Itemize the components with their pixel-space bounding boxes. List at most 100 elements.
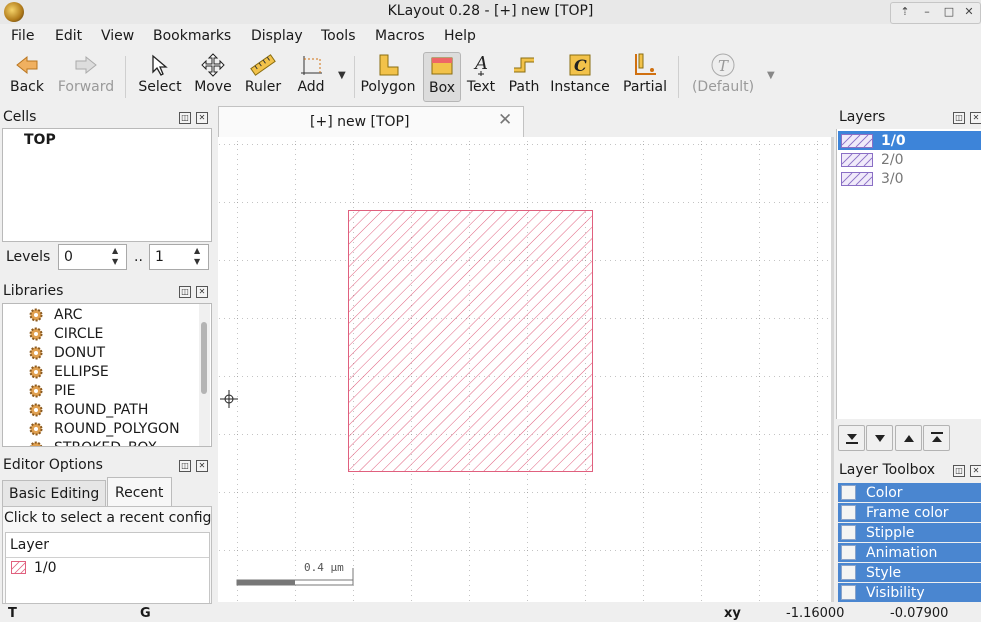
arrow-down-icon (874, 435, 885, 442)
move-layer-up-button[interactable] (895, 425, 922, 451)
menu-edit[interactable]: Edit (55, 28, 82, 44)
partial-tool[interactable]: Partial (620, 52, 670, 100)
column-header-layer: Layer (10, 537, 50, 553)
template-dropdown-icon[interactable]: ▼ (767, 70, 775, 81)
coord-x: -1.16000 (786, 606, 845, 621)
toolbox-section[interactable]: Color (838, 483, 981, 502)
float-panel-icon[interactable]: ◫ (179, 112, 191, 124)
recent-hint-text: Click to select a recent configuration (4, 510, 211, 526)
library-item[interactable]: CIRCLE (29, 324, 103, 343)
layer-item[interactable]: 3/0 (838, 169, 981, 188)
menu-bookmarks[interactable]: Bookmarks (153, 28, 231, 44)
level-to-spinbox[interactable]: 1 ▲ ▼ (149, 244, 209, 270)
recent-row[interactable]: 1/0 (6, 559, 209, 579)
library-item[interactable]: ROUND_POLYGON (29, 419, 180, 438)
spin-arrows-icon[interactable]: ▲ ▼ (112, 245, 118, 267)
scrollbar-thumb[interactable] (201, 322, 207, 394)
close-tab-icon[interactable]: ✕ (498, 110, 512, 130)
coord-label: xy (724, 606, 741, 621)
toolbox-section[interactable]: Animation (838, 543, 981, 562)
move-layer-top-button[interactable] (923, 425, 950, 451)
menu-display[interactable]: Display (251, 28, 303, 44)
minimize-icon[interactable]: – (920, 5, 934, 18)
libraries-panel-title: Libraries (3, 283, 64, 299)
gear-icon (29, 365, 43, 378)
menu-macros[interactable]: Macros (375, 28, 425, 44)
expand-checkbox[interactable] (841, 485, 856, 500)
toolbox-section[interactable]: Stipple (838, 523, 981, 542)
expand-checkbox[interactable] (841, 585, 856, 600)
toolbox-section-label: Color (866, 484, 903, 501)
float-panel-icon[interactable]: ◫ (953, 112, 965, 124)
close-panel-icon[interactable]: ✕ (970, 112, 981, 124)
level-from-spinbox[interactable]: 0 ▲ ▼ (58, 244, 127, 270)
document-tab[interactable]: [+] new [TOP] ✕ (218, 106, 524, 138)
close-panel-icon[interactable]: ✕ (196, 460, 208, 472)
expand-checkbox[interactable] (841, 525, 856, 540)
cell-item-top[interactable]: TOP (24, 132, 56, 148)
polygon-tool[interactable]: Polygon (359, 52, 417, 100)
library-item[interactable]: PIE (29, 381, 75, 400)
layout-view[interactable] (218, 137, 831, 602)
library-item[interactable]: DONUT (29, 343, 105, 362)
status-g: G (140, 606, 151, 621)
maximize-icon[interactable]: □ (942, 5, 956, 18)
path-tool[interactable]: Path (505, 52, 543, 100)
library-item[interactable]: ROUND_PATH (29, 400, 148, 419)
default-template-selector[interactable]: T (Default) (690, 52, 756, 100)
layer-item[interactable]: 1/0 (838, 131, 981, 150)
toolbox-section[interactable]: Style (838, 563, 981, 582)
text-icon: A (473, 53, 488, 76)
float-panel-icon[interactable]: ◫ (953, 465, 965, 477)
menu-file[interactable]: File (11, 28, 34, 44)
add-tool[interactable]: Add (291, 52, 331, 100)
toolbox-section[interactable]: Frame color (838, 503, 981, 522)
menu-tools[interactable]: Tools (321, 28, 356, 44)
toolbox-section-label: Frame color (866, 504, 949, 521)
menu-help[interactable]: Help (444, 28, 476, 44)
layout-canvas[interactable]: 0.4 µm (218, 137, 831, 602)
spin-arrows-icon[interactable]: ▲ ▼ (194, 245, 200, 267)
menu-view[interactable]: View (101, 28, 134, 44)
box-tool[interactable]: Box (423, 52, 461, 102)
move-layer-bottom-button[interactable] (838, 425, 865, 451)
cells-panel-title: Cells (3, 109, 37, 125)
tab-recent[interactable]: Recent (107, 477, 172, 508)
library-item[interactable]: ELLIPSE (29, 362, 109, 381)
restore-up-icon[interactable]: ⇡ (898, 5, 912, 18)
text-tool[interactable]: A Text (464, 52, 498, 100)
library-item[interactable]: STROKED_BOX (29, 438, 157, 446)
float-panel-icon[interactable]: ◫ (179, 286, 191, 298)
window-title: KLayout 0.28 - [+] new [TOP] (387, 3, 594, 19)
library-scrollbar[interactable] (199, 304, 210, 446)
library-item-label: ROUND_PATH (54, 401, 149, 418)
instance-tool[interactable]: C Instance (548, 52, 612, 100)
layer-stipple-icon (11, 561, 26, 574)
expand-checkbox[interactable] (841, 545, 856, 560)
toolbox-section[interactable]: Visibility (838, 583, 981, 602)
add-dropdown-icon[interactable]: ▼ (338, 70, 346, 81)
ruler-tool[interactable]: Ruler (240, 52, 286, 100)
library-item[interactable]: ARC (29, 305, 82, 324)
layout-box-shape (348, 210, 593, 472)
close-panel-icon[interactable]: ✕ (196, 286, 208, 298)
back-button[interactable]: Back (4, 52, 50, 100)
toolbox-section-label: Visibility (866, 584, 925, 601)
toolbox-section-label: Stipple (866, 524, 915, 541)
layer-item-label: 3/0 (881, 170, 904, 187)
layer-stipple-icon (841, 171, 873, 186)
expand-checkbox[interactable] (841, 505, 856, 520)
close-panel-icon[interactable]: ✕ (970, 465, 981, 477)
float-panel-icon[interactable]: ◫ (179, 460, 191, 472)
gear-icon (29, 327, 43, 340)
expand-checkbox[interactable] (841, 565, 856, 580)
close-panel-icon[interactable]: ✕ (196, 112, 208, 124)
move-layer-down-button[interactable] (866, 425, 893, 451)
tab-basic-editing[interactable]: Basic Editing (2, 480, 106, 507)
move-tool[interactable]: Move (191, 52, 235, 100)
cursor-arrow-icon (152, 54, 168, 76)
select-tool[interactable]: Select (135, 52, 185, 100)
forward-button[interactable]: Forward (54, 52, 118, 100)
close-icon[interactable]: ✕ (962, 5, 976, 18)
layer-item[interactable]: 2/0 (838, 150, 981, 169)
